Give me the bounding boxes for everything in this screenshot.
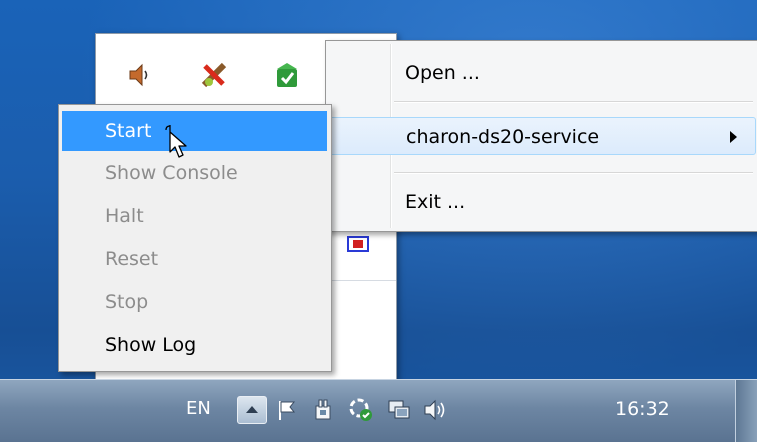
menu-item-open[interactable]: Open ...	[329, 54, 756, 92]
submenu-item-show-log[interactable]: Show Log	[62, 325, 327, 365]
menu-item-exit[interactable]: Exit ...	[329, 183, 756, 221]
service-icon[interactable]	[344, 230, 372, 258]
volume-icon[interactable]	[420, 395, 450, 425]
network-icon[interactable]	[384, 395, 414, 425]
menu-item-open-label: Open ...	[405, 62, 480, 84]
menu-item-charon-ds20-service[interactable]: charon-ds20-service	[329, 117, 756, 155]
taskbar: EN 16:32	[0, 379, 757, 442]
submenu-item-show-console[interactable]: Show Console	[62, 153, 327, 193]
submenu-item-reset[interactable]: Reset	[62, 239, 327, 279]
context-menu: Open ... charon-ds20-service Exit ...	[325, 40, 757, 232]
mouse-cursor-icon	[160, 124, 190, 168]
network-error-icon[interactable]	[200, 61, 228, 89]
menu-item-exit-label: Exit ...	[405, 191, 466, 213]
submenu-item-show-log-label: Show Log	[105, 334, 197, 356]
submenu-item-halt-label: Halt	[105, 205, 144, 227]
submenu-item-stop-label: Stop	[105, 291, 149, 313]
sync-check-icon[interactable]	[346, 395, 376, 425]
speaker-icon[interactable]	[126, 61, 154, 89]
menu-separator	[394, 101, 753, 103]
submenu-item-start[interactable]: Start	[62, 111, 327, 151]
submenu-arrow-icon	[730, 131, 737, 143]
menu-separator	[394, 172, 753, 174]
show-hidden-icons-button[interactable]	[237, 396, 267, 424]
chevron-up-icon	[246, 406, 258, 413]
submenu-item-stop[interactable]: Stop	[62, 282, 327, 322]
language-indicator[interactable]: EN	[186, 398, 211, 419]
show-desktop-button[interactable]	[735, 380, 757, 442]
service-submenu: Start Show Console Halt Reset Stop Show …	[58, 104, 332, 372]
submenu-item-reset-label: Reset	[105, 248, 159, 270]
submenu-item-halt[interactable]: Halt	[62, 196, 327, 236]
flag-icon[interactable]	[272, 395, 302, 425]
menu-item-service-label: charon-ds20-service	[406, 126, 600, 148]
submenu-item-start-label: Start	[105, 120, 152, 142]
clock[interactable]: 16:32	[615, 398, 670, 420]
power-plug-icon[interactable]	[308, 395, 338, 425]
app-check-icon[interactable]	[273, 61, 301, 89]
